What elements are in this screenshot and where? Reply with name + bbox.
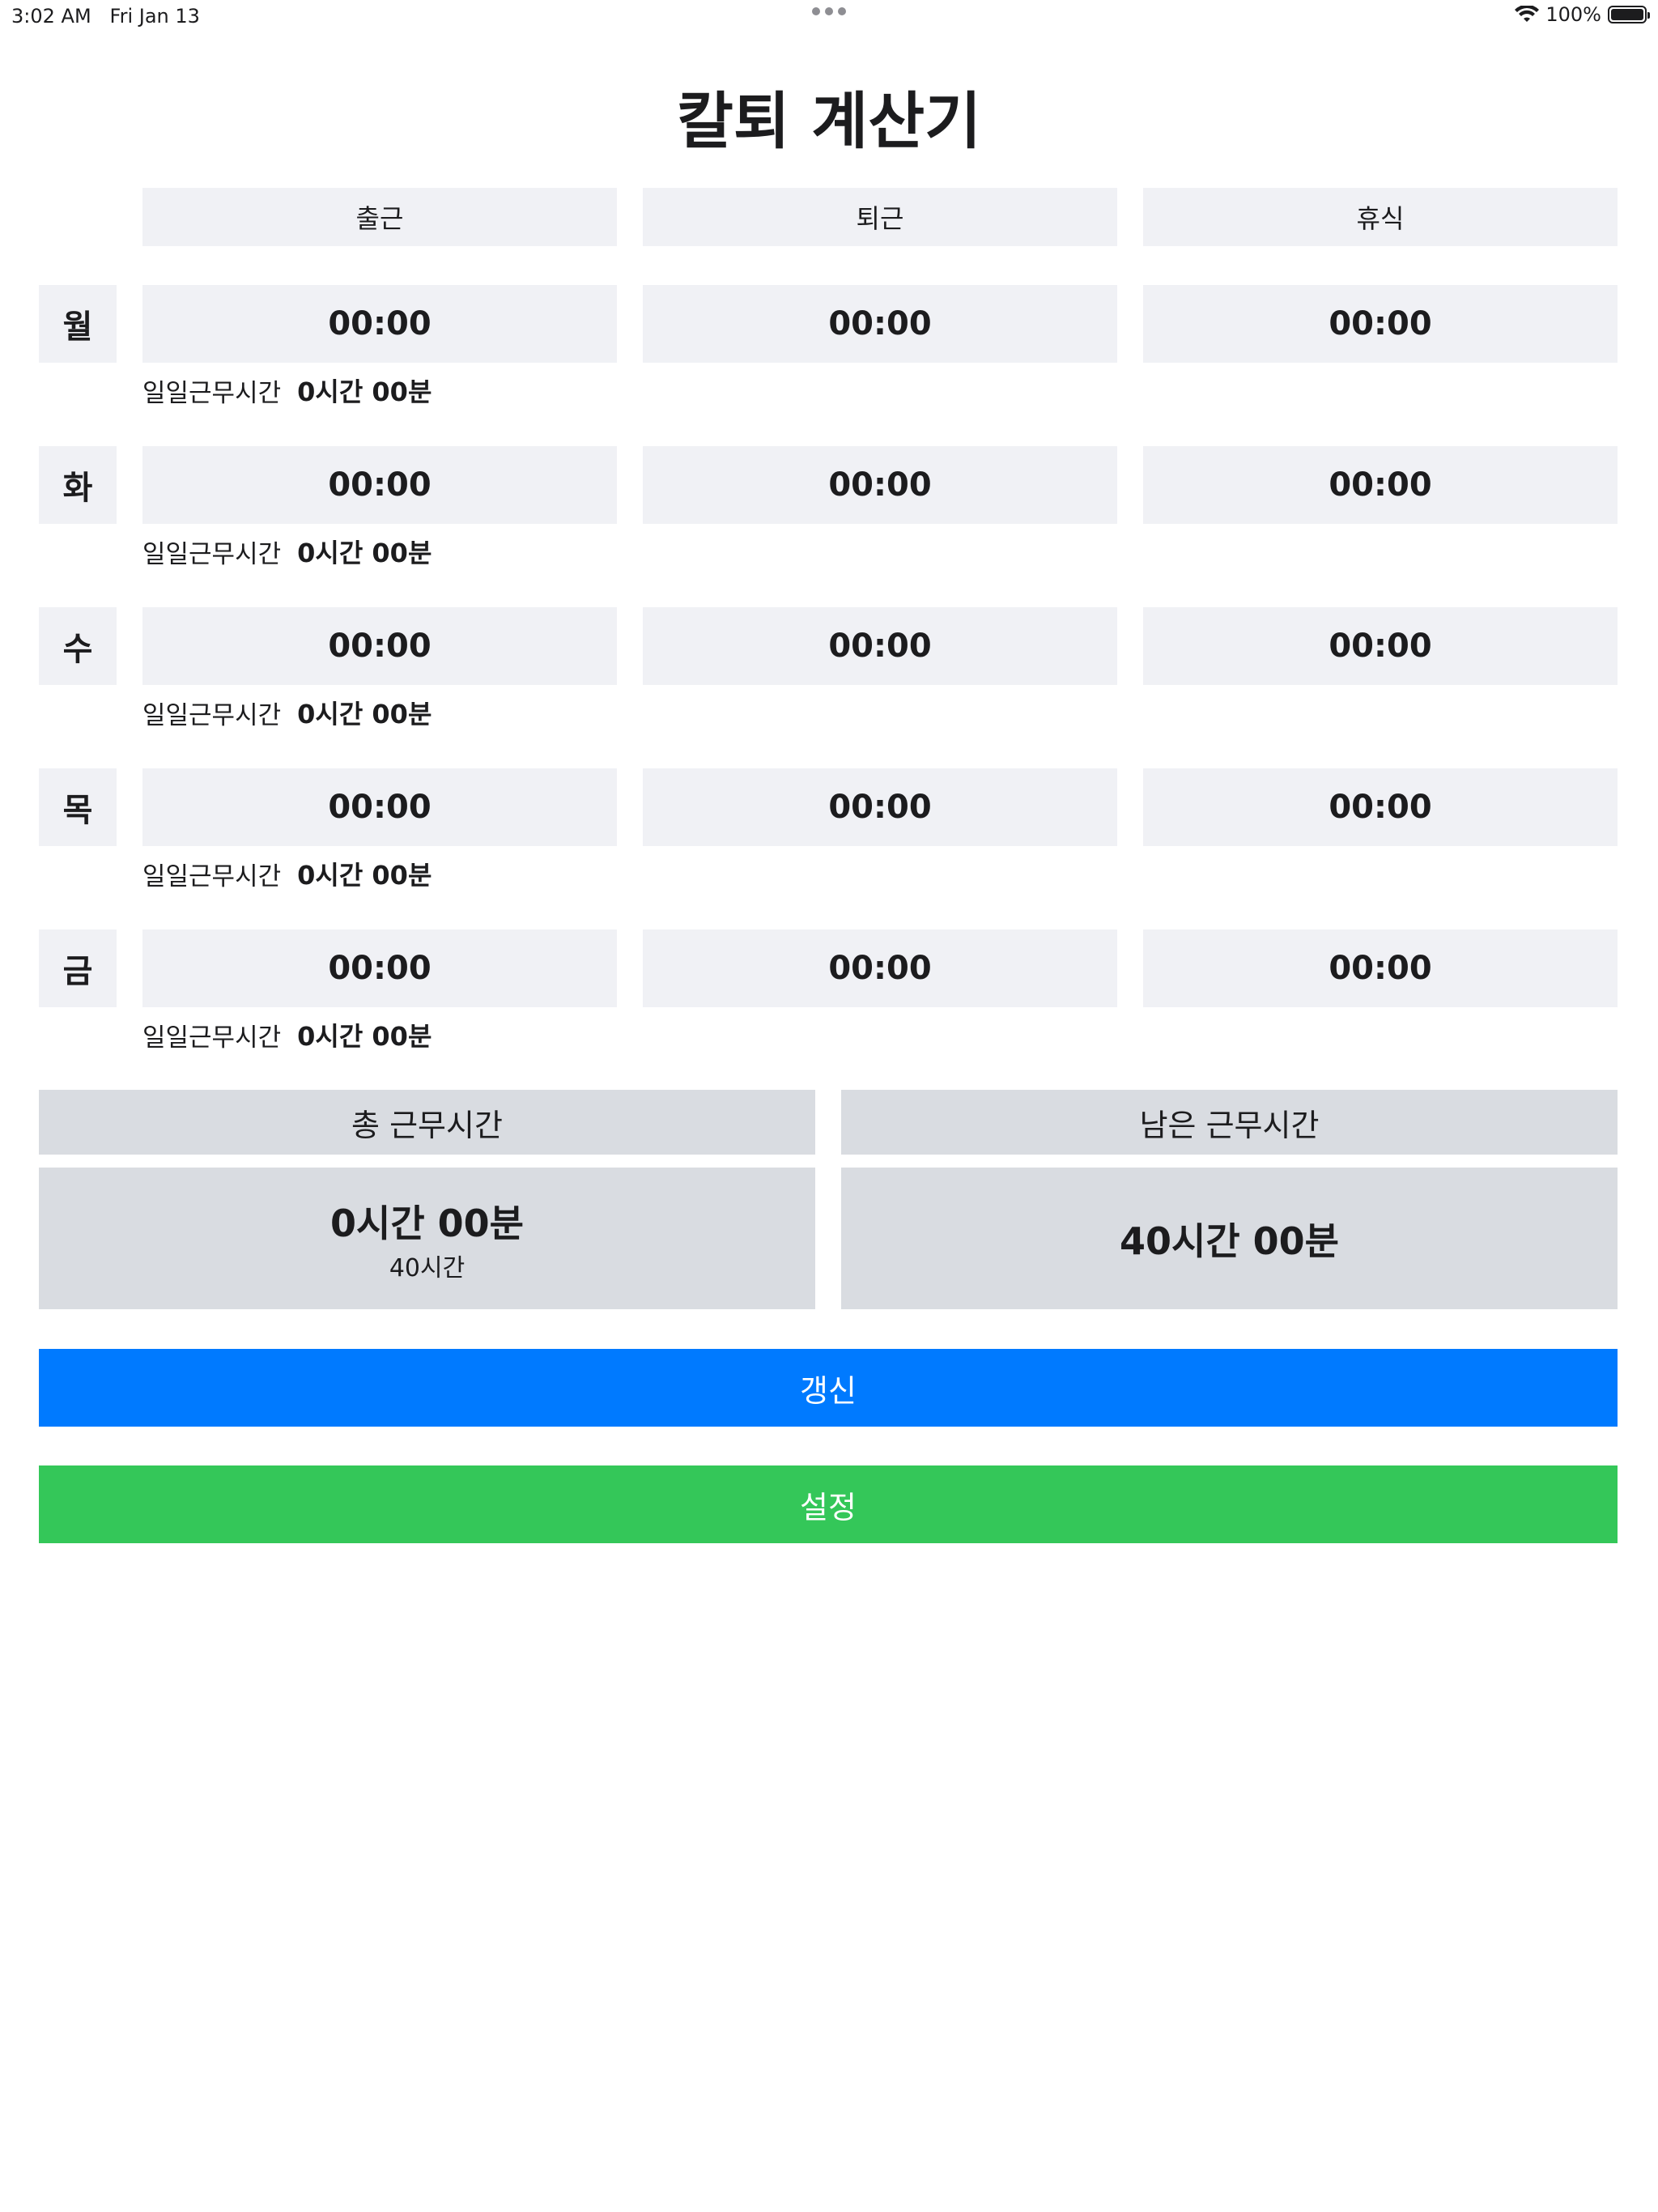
- daily-hours-wed: 일일근무시간 0시간 00분: [142, 693, 432, 732]
- daily-hours-label: 일일근무시간: [142, 861, 282, 891]
- daily-hours-value: 0시간 00분: [297, 376, 432, 407]
- start-time-thu[interactable]: 00:00: [142, 768, 617, 846]
- multitasking-dots-icon[interactable]: [810, 3, 848, 19]
- status-time: 3:02 AM Fri Jan 13: [11, 5, 200, 28]
- daily-hours-tue: 일일근무시간 0시간 00분: [142, 532, 432, 571]
- status-bar: 3:02 AM Fri Jan 13 100%: [0, 0, 1658, 32]
- column-header-start: 출근: [142, 188, 617, 246]
- day-label-fri: 금: [39, 929, 117, 1007]
- column-header-rest: 휴식: [1143, 188, 1618, 246]
- daily-hours-thu: 일일근무시간 0시간 00분: [142, 854, 432, 893]
- end-time-thu[interactable]: 00:00: [643, 768, 1117, 846]
- status-date: Fri Jan 13: [109, 5, 200, 28]
- daily-hours-label: 일일근무시간: [142, 539, 282, 569]
- battery-icon: [1608, 6, 1650, 23]
- total-hours-header: 총 근무시간: [39, 1090, 815, 1155]
- day-label-tue: 화: [39, 446, 117, 524]
- total-hours-goal: 40시간: [389, 1253, 466, 1283]
- remaining-hours-value: 40시간 00분: [1119, 1219, 1339, 1263]
- rest-time-mon[interactable]: 00:00: [1143, 285, 1618, 363]
- day-label-thu: 목: [39, 768, 117, 846]
- start-time-wed[interactable]: 00:00: [142, 607, 617, 685]
- day-label-wed: 수: [39, 607, 117, 685]
- column-header-end: 퇴근: [643, 188, 1117, 246]
- rest-time-fri[interactable]: 00:00: [1143, 929, 1618, 1007]
- remaining-hours-header: 남은 근무시간: [841, 1090, 1618, 1155]
- daily-hours-value: 0시간 00분: [297, 699, 432, 730]
- battery-percent: 100%: [1545, 3, 1601, 26]
- day-label-mon: 월: [39, 285, 117, 363]
- page-title: 칼퇴 계산기: [676, 85, 982, 157]
- daily-hours-value: 0시간 00분: [297, 860, 432, 891]
- status-clock: 3:02 AM: [11, 5, 91, 28]
- daily-hours-mon: 일일근무시간 0시간 00분: [142, 371, 432, 410]
- start-time-fri[interactable]: 00:00: [142, 929, 617, 1007]
- rest-time-tue[interactable]: 00:00: [1143, 446, 1618, 524]
- start-time-tue[interactable]: 00:00: [142, 446, 617, 524]
- wifi-icon: [1515, 6, 1540, 22]
- daily-hours-label: 일일근무시간: [142, 1023, 282, 1053]
- end-time-fri[interactable]: 00:00: [643, 929, 1117, 1007]
- total-hours-box: 0시간 00분 40시간: [39, 1168, 815, 1309]
- daily-hours-value: 0시간 00분: [297, 1021, 432, 1052]
- start-time-mon[interactable]: 00:00: [142, 285, 617, 363]
- end-time-mon[interactable]: 00:00: [643, 285, 1117, 363]
- end-time-tue[interactable]: 00:00: [643, 446, 1117, 524]
- status-right: 100%: [1515, 3, 1650, 26]
- settings-button[interactable]: 설정: [39, 1465, 1618, 1543]
- daily-hours-fri: 일일근무시간 0시간 00분: [142, 1015, 432, 1054]
- total-hours-value: 0시간 00분: [330, 1201, 524, 1245]
- refresh-button[interactable]: 갱신: [39, 1349, 1618, 1427]
- rest-time-wed[interactable]: 00:00: [1143, 607, 1618, 685]
- daily-hours-label: 일일근무시간: [142, 378, 282, 408]
- daily-hours-label: 일일근무시간: [142, 700, 282, 730]
- remaining-hours-box: 40시간 00분: [841, 1168, 1618, 1309]
- daily-hours-value: 0시간 00분: [297, 538, 432, 568]
- rest-time-thu[interactable]: 00:00: [1143, 768, 1618, 846]
- end-time-wed[interactable]: 00:00: [643, 607, 1117, 685]
